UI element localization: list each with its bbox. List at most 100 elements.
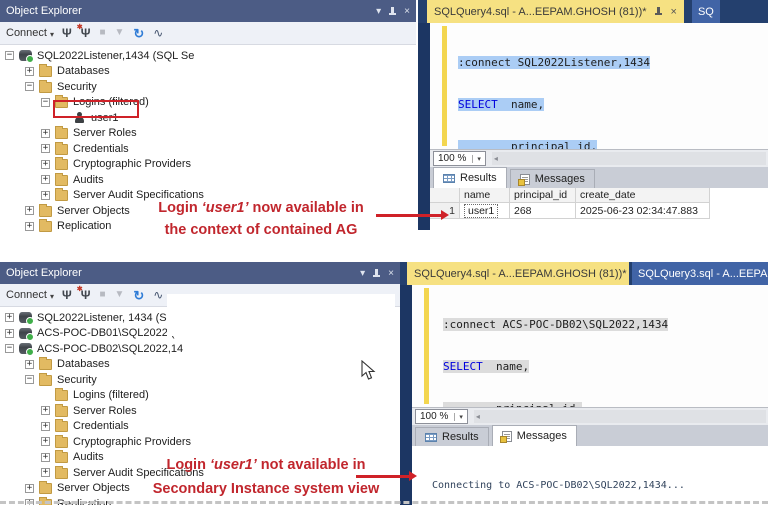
expand-toggle[interactable]: +	[41, 421, 50, 431]
tree-item-security[interactable]: − Security	[0, 372, 400, 388]
tree-item-cryptographic-providers[interactable]: + Cryptographic Providers	[0, 157, 416, 173]
refresh-icon[interactable]: ↻	[133, 289, 144, 302]
connect-chevron-icon[interactable]: ▾	[50, 30, 54, 39]
close-icon[interactable]: ×	[671, 6, 677, 18]
expand-toggle[interactable]: +	[5, 328, 14, 338]
expand-toggle[interactable]: −	[41, 97, 50, 107]
blank-overlay	[167, 294, 395, 336]
connect-button[interactable]: Connect	[6, 27, 47, 39]
server-icon	[19, 50, 34, 64]
pin-icon[interactable]	[654, 6, 663, 17]
messages-pane[interactable]: Connecting to ACS-POC-DB02\SQL2022,1434.…	[412, 446, 768, 505]
tree-item-databases[interactable]: + Databases	[0, 64, 416, 80]
expand-toggle[interactable]: +	[5, 313, 14, 323]
window-menu-icon[interactable]: ▾	[376, 6, 381, 17]
folder-icon	[55, 388, 68, 402]
filter-icon: ▼	[114, 289, 125, 300]
tree-item-credentials[interactable]: + Credentials	[0, 419, 400, 435]
tab-messages[interactable]: Messages	[491, 425, 577, 446]
query-window-bottom: SQLQuery4.sql - A...EEPAM.GHOSH (81))* ×…	[400, 262, 768, 505]
results-grid-icon	[443, 173, 455, 183]
tree-item-audits[interactable]: + Audits	[0, 172, 416, 188]
connect-server-icon[interactable]: Ψ	[62, 289, 72, 301]
results-tab-bar: Results Messages	[412, 425, 768, 446]
expand-toggle[interactable]: +	[25, 66, 34, 76]
expand-toggle[interactable]: +	[25, 206, 34, 216]
tab-preview[interactable]: SQ	[691, 0, 720, 23]
expand-toggle[interactable]: +	[41, 144, 50, 154]
expand-toggle[interactable]: +	[41, 159, 50, 169]
expand-toggle[interactable]: +	[41, 437, 50, 447]
sql-editor[interactable]: :connect SQL2022Listener,1434 SELECT nam…	[430, 23, 768, 149]
tab-sqlquery4[interactable]: SQLQuery4.sql - A...EEPAM.GHOSH (81))* ×	[407, 262, 629, 285]
tree-item-server-roles[interactable]: + Server Roles	[0, 403, 400, 419]
expand-toggle[interactable]: −	[25, 375, 34, 385]
server-icon	[19, 312, 34, 326]
tab-results[interactable]: Results	[415, 427, 489, 446]
column-header-create-date[interactable]: create_date	[576, 188, 710, 203]
expand-toggle[interactable]: +	[25, 221, 34, 231]
annotation-top: Login ‘user1’ now available in the conte…	[158, 200, 364, 238]
ssms-screenshot: Object Explorer ▾ × Connect ▾ Ψ Ψ ■ ▼ ↻ …	[0, 0, 768, 505]
expand-toggle[interactable]: +	[25, 359, 34, 369]
results-grid: name principal_id create_date 1 user1 26…	[430, 188, 768, 219]
column-header-principal-id[interactable]: principal_id	[510, 188, 576, 203]
expand-toggle[interactable]: −	[25, 82, 34, 92]
disconnect-server-icon[interactable]: Ψ	[77, 286, 91, 301]
folder-icon	[55, 434, 68, 448]
cell-principal-id[interactable]: 268	[510, 203, 576, 219]
close-icon[interactable]: ×	[404, 6, 410, 17]
tree-item-server-roles[interactable]: + Server Roles	[0, 126, 416, 142]
cell-name[interactable]: user1	[464, 203, 499, 218]
pin-icon[interactable]	[372, 268, 381, 279]
window-menu-icon[interactable]: ▾	[360, 268, 365, 279]
tab-results[interactable]: Results	[433, 167, 507, 188]
expand-toggle[interactable]: +	[41, 468, 50, 478]
zoom-select[interactable]: 100 % ▾	[415, 409, 468, 424]
refresh-icon[interactable]: ↻	[133, 27, 144, 40]
connect-button[interactable]: Connect	[6, 289, 47, 301]
expand-toggle[interactable]: +	[41, 452, 50, 462]
scroll-left-icon[interactable]: ◂	[476, 412, 480, 421]
folder-icon	[39, 219, 52, 233]
close-icon[interactable]: ×	[388, 268, 394, 279]
connect-server-icon[interactable]: Ψ	[62, 27, 72, 39]
tab-messages[interactable]: Messages	[509, 169, 595, 188]
expand-toggle[interactable]: +	[25, 483, 34, 493]
tab-sqlquery3[interactable]: SQLQuery3.sql - A...EEPAM.GH	[632, 262, 768, 285]
horizontal-scrollbar[interactable]: ◂	[473, 410, 766, 423]
grid-corner	[430, 188, 460, 203]
horizontal-scrollbar[interactable]: ◂	[491, 152, 766, 165]
folder-icon	[55, 157, 68, 171]
table-row[interactable]: 1 user1 268 2025-06-23 02:34:47.883	[430, 203, 768, 219]
zoom-select[interactable]: 100 % ▾	[433, 151, 486, 166]
message-line: Connecting to ACS-POC-DB02\SQL2022,1434.…	[432, 480, 685, 491]
scroll-left-icon[interactable]: ◂	[494, 154, 498, 163]
activity-monitor-icon[interactable]: ∿	[153, 27, 163, 39]
cell-create-date[interactable]: 2025-06-23 02:34:47.883	[576, 203, 710, 219]
stop-icon: ■	[99, 27, 106, 38]
pin-icon[interactable]	[388, 6, 397, 17]
expand-toggle[interactable]: +	[41, 128, 50, 138]
tree-item-server[interactable]: − SQL2022Listener,1434 (SQL Se	[0, 48, 416, 64]
expand-toggle[interactable]: −	[5, 51, 14, 61]
tree-item-db02[interactable]: − ACS-POC-DB02\SQL2022,14	[0, 341, 400, 357]
disconnect-server-icon[interactable]: Ψ	[77, 24, 91, 39]
tree-item-security[interactable]: − Security	[0, 79, 416, 95]
connect-chevron-icon[interactable]: ▾	[50, 292, 54, 301]
sql-editor[interactable]: :connect ACS-POC-DB02\SQL2022,1434 SELEC…	[412, 285, 768, 407]
tree-item-credentials[interactable]: + Credentials	[0, 141, 416, 157]
annotation-arrowhead-top	[441, 210, 449, 220]
object-explorer-title: Object Explorer	[6, 267, 82, 279]
activity-monitor-icon[interactable]: ∿	[153, 289, 163, 301]
folder-icon	[39, 79, 52, 93]
expand-toggle[interactable]: +	[41, 190, 50, 200]
expand-toggle[interactable]: +	[41, 406, 50, 416]
tree-item-cryptographic-providers[interactable]: + Cryptographic Providers	[0, 434, 400, 450]
tree-item-logins[interactable]: Logins (filtered)	[0, 388, 400, 404]
expand-toggle[interactable]: −	[5, 344, 14, 354]
expand-toggle[interactable]: +	[41, 175, 50, 185]
tab-sqlquery4[interactable]: SQLQuery4.sql - A...EEPAM.GHOSH (81))* ×	[427, 0, 684, 23]
tree-item-databases[interactable]: + Databases	[0, 357, 400, 373]
column-header-name[interactable]: name	[460, 188, 510, 203]
